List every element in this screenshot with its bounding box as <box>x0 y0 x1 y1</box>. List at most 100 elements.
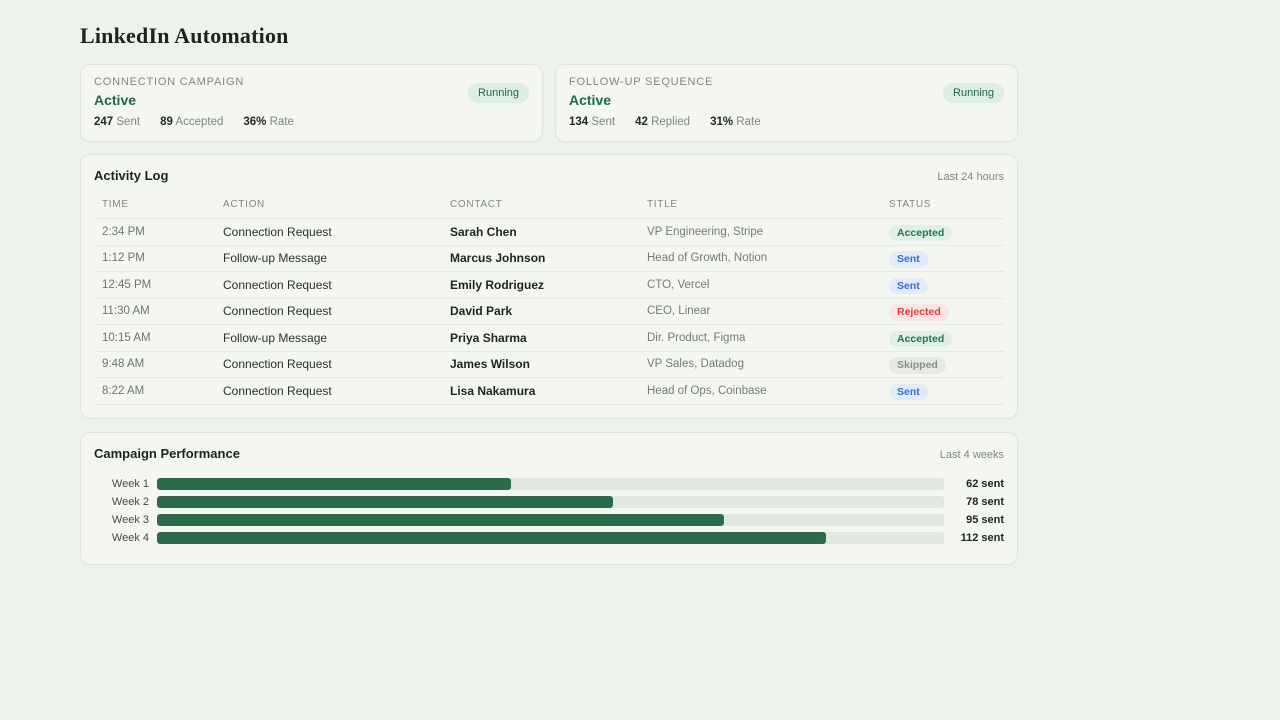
performance-header: Campaign Performance Last 4 weeks <box>94 446 1004 461</box>
card-stats: 247 Sent 89 Accepted 36% Rate <box>94 116 529 128</box>
cell-time: 11:30 AM <box>102 305 150 318</box>
activity-table-body: 2:34 PM Connection Request Sarah Chen VP En… <box>94 219 1004 405</box>
bar-track <box>157 513 944 526</box>
bar-track <box>157 531 944 544</box>
cell-status: Sent <box>889 276 1004 294</box>
cell-time: 12:45 PM <box>102 278 152 291</box>
bar-row: Week 1 62 sent <box>94 475 1004 493</box>
cell-time: 9:48 AM <box>102 358 145 371</box>
stat-value: 89 <box>160 116 173 128</box>
bar-category-label: Week 2 <box>111 495 149 508</box>
activity-log-panel: Activity Log Last 24 hours TIME ACTION C… <box>80 154 1018 419</box>
stat-value: 134 <box>569 116 589 128</box>
table-row[interactable]: 10:15 AM Follow-up Message Priya Sharma Dir… <box>94 325 1004 352</box>
bar-value-label: 78 sent <box>966 495 1004 508</box>
main-content: LinkedIn Automation CONNECTION CAMPAIGN … <box>80 0 1018 565</box>
activity-log-range: Last 24 hours <box>937 171 1004 183</box>
cell-time: 10:15 AM <box>102 331 151 344</box>
bar-category-label: Week 4 <box>111 531 149 544</box>
bar-row: Week 4 112 sent <box>94 529 1004 547</box>
status-badge: Rejected <box>889 304 949 321</box>
bar-value-label: 112 sent <box>960 531 1004 544</box>
bar-fill <box>157 477 512 490</box>
bar-fill <box>157 495 614 508</box>
connection-campaign-card[interactable]: CONNECTION CAMPAIGN Active 247 Sent 89 A… <box>80 64 543 142</box>
column-header-action: ACTION <box>223 199 265 210</box>
cell-action: Connection Request <box>223 304 332 319</box>
table-row[interactable]: 12:45 PM Connection Request Emily Rodrigue… <box>94 272 1004 299</box>
cell-title: Head of Growth, Notion <box>647 252 768 265</box>
status-badge: Sent <box>889 277 928 294</box>
bar-category-label: Week 1 <box>111 477 149 490</box>
cell-time: 8:22 AM <box>102 384 145 397</box>
cell-title: VP Sales, Datadog <box>647 358 744 371</box>
table-row[interactable]: 8:22 AM Connection Request Lisa Nakamura He… <box>94 378 1004 405</box>
cell-contact: Emily Rodriguez <box>450 277 545 292</box>
campaign-cards-row: CONNECTION CAMPAIGN Active 247 Sent 89 A… <box>80 64 1018 142</box>
bar-value-label: 62 sent <box>966 477 1004 490</box>
running-status-badge: Running <box>468 83 529 103</box>
activity-log-title: Activity Log <box>94 168 169 183</box>
table-row[interactable]: 1:12 PM Follow-up Message Marcus Johnson He… <box>94 246 1004 272</box>
bar-fill <box>157 513 724 526</box>
cell-contact: Priya Sharma <box>450 330 527 345</box>
stat-value: 247 <box>94 116 114 128</box>
cell-title: Head of Ops, Coinbase <box>647 384 767 397</box>
bar-row: Week 2 78 sent <box>94 493 1004 511</box>
cell-action: Follow-up Message <box>223 330 328 345</box>
cell-action: Connection Request <box>223 277 332 292</box>
stat-value: 36% <box>243 116 267 128</box>
cell-status: Accepted <box>889 223 1004 241</box>
stat-label: Replied <box>651 116 691 128</box>
cell-contact: Lisa Nakamura <box>450 383 536 398</box>
cell-time: 1:12 PM <box>102 252 145 265</box>
followup-sequence-card[interactable]: FOLLOW-UP SEQUENCE Active 134 Sent 42 Re… <box>555 64 1018 142</box>
column-header-title: TITLE <box>647 199 678 210</box>
column-header-contact: CONTACT <box>450 199 503 210</box>
cell-title: Dir. Product, Figma <box>647 331 746 344</box>
status-badge: Accepted <box>889 224 953 241</box>
bar-value-label: 95 sent <box>966 513 1004 526</box>
campaign-performance-panel: Campaign Performance Last 4 weeks Week 1… <box>80 431 1018 565</box>
stat-label: Accepted <box>175 116 224 128</box>
card-stats: 134 Sent 42 Replied 31% Rate <box>569 116 1004 128</box>
status-badge: Sent <box>889 383 928 400</box>
stat-label: Rate <box>269 116 294 128</box>
cell-contact: Marcus Johnson <box>450 251 546 266</box>
table-row[interactable]: 2:34 PM Connection Request Sarah Chen VP En… <box>94 219 1004 246</box>
cell-action: Connection Request <box>223 224 332 239</box>
cell-status: Skipped <box>889 355 1004 374</box>
cell-contact: James Wilson <box>450 357 530 372</box>
stat-value: 42 <box>635 116 648 128</box>
table-row[interactable]: 9:48 AM Connection Request James Wilson VP … <box>94 352 1004 378</box>
card-state: Active <box>569 92 612 108</box>
page-title: LinkedIn Automation <box>80 23 289 48</box>
cell-action: Follow-up Message <box>223 251 328 266</box>
cell-time: 2:34 PM <box>102 225 145 238</box>
status-badge: Sent <box>889 251 928 268</box>
cell-status: Accepted <box>889 329 1004 347</box>
stat-value: 31% <box>710 116 734 128</box>
cell-action: Connection Request <box>223 383 332 398</box>
bar-category-label: Week 3 <box>111 513 149 526</box>
cell-contact: Sarah Chen <box>450 224 517 239</box>
table-row[interactable]: 11:30 AM Connection Request David Park CEO,… <box>94 299 1004 325</box>
performance-range: Last 4 weeks <box>939 448 1004 461</box>
activity-table-header: TIME ACTION CONTACT TITLE STATUS <box>94 195 1004 219</box>
cell-status: Sent <box>889 249 1004 268</box>
bar-fill <box>157 531 826 544</box>
bar-track <box>157 477 944 490</box>
card-state: Active <box>94 92 137 108</box>
column-header-time: TIME <box>102 199 129 210</box>
activity-log-header: Activity Log Last 24 hours <box>94 168 1004 183</box>
cell-status: Rejected <box>889 302 1004 321</box>
column-header-status: STATUS <box>889 199 932 210</box>
card-kicker: FOLLOW-UP SEQUENCE <box>569 76 714 88</box>
stat-label: Sent <box>116 116 141 128</box>
stat-label: Sent <box>591 116 616 128</box>
bar-track <box>157 495 944 508</box>
running-status-badge: Running <box>943 83 1004 103</box>
stat-label: Rate <box>736 116 761 128</box>
performance-title: Campaign Performance <box>94 445 240 461</box>
card-kicker: CONNECTION CAMPAIGN <box>94 76 245 88</box>
